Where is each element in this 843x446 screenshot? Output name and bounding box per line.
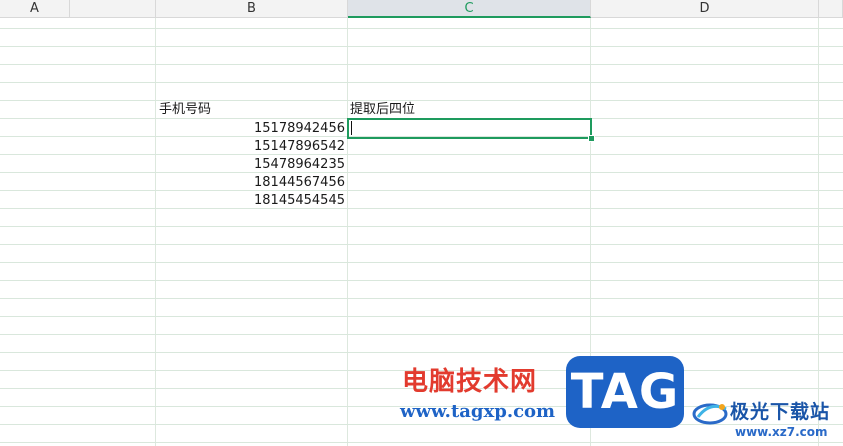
column-header-c[interactable]: C <box>348 0 591 18</box>
watermark-logo-name: 极光下载站 <box>730 401 831 423</box>
watermark-site-name: 电脑技术网 <box>402 367 538 397</box>
column-header-d[interactable]: D <box>591 0 819 18</box>
grid-hline <box>0 226 843 227</box>
grid-hline <box>0 64 843 65</box>
cell-b-phone-header[interactable]: 手机号码 <box>159 101 211 119</box>
grid-hline <box>0 46 843 47</box>
grid-hline <box>0 172 843 173</box>
cell-b-phone[interactable]: 15147896542 <box>156 138 345 156</box>
cell-b-phone[interactable]: 18145454545 <box>156 192 345 210</box>
cell-b-phone[interactable]: 18144567456 <box>156 174 345 192</box>
grid-hline <box>0 208 843 209</box>
grid-hline <box>0 334 843 335</box>
grid-hline <box>0 244 843 245</box>
column-header-a-tail[interactable] <box>70 0 156 18</box>
cell-b-phone[interactable]: 15178942456 <box>156 120 345 138</box>
watermark-site-url: www.tagxp.com <box>400 401 556 422</box>
watermark-logo-url: www.xz7.com <box>735 425 828 439</box>
grid-hline <box>0 280 843 281</box>
text-cursor <box>351 121 352 135</box>
grid-hline <box>0 298 843 299</box>
grid-hline <box>0 262 843 263</box>
cell-c-extract-header[interactable]: 提取后四位 <box>350 101 415 119</box>
aurora-logo-icon <box>692 403 728 425</box>
grid-hline <box>0 442 843 443</box>
grid-hline <box>0 352 843 353</box>
column-header-e[interactable] <box>819 0 843 18</box>
grid-hline <box>0 190 843 191</box>
grid-hline <box>0 82 843 83</box>
grid-hline <box>0 316 843 317</box>
watermark-tag-logo: TAG <box>566 356 684 428</box>
fill-handle[interactable] <box>588 135 595 142</box>
spreadsheet-grid: A B C D 手机号码 提取后四位 15178942456 151478965… <box>0 0 843 446</box>
selected-cell[interactable] <box>347 118 592 139</box>
column-header-b[interactable]: B <box>156 0 348 18</box>
grid-hline <box>0 28 843 29</box>
grid-hline <box>0 154 843 155</box>
grid-hline <box>0 100 843 101</box>
cell-b-phone[interactable]: 15478964235 <box>156 156 345 174</box>
column-header-a[interactable]: A <box>0 0 70 18</box>
